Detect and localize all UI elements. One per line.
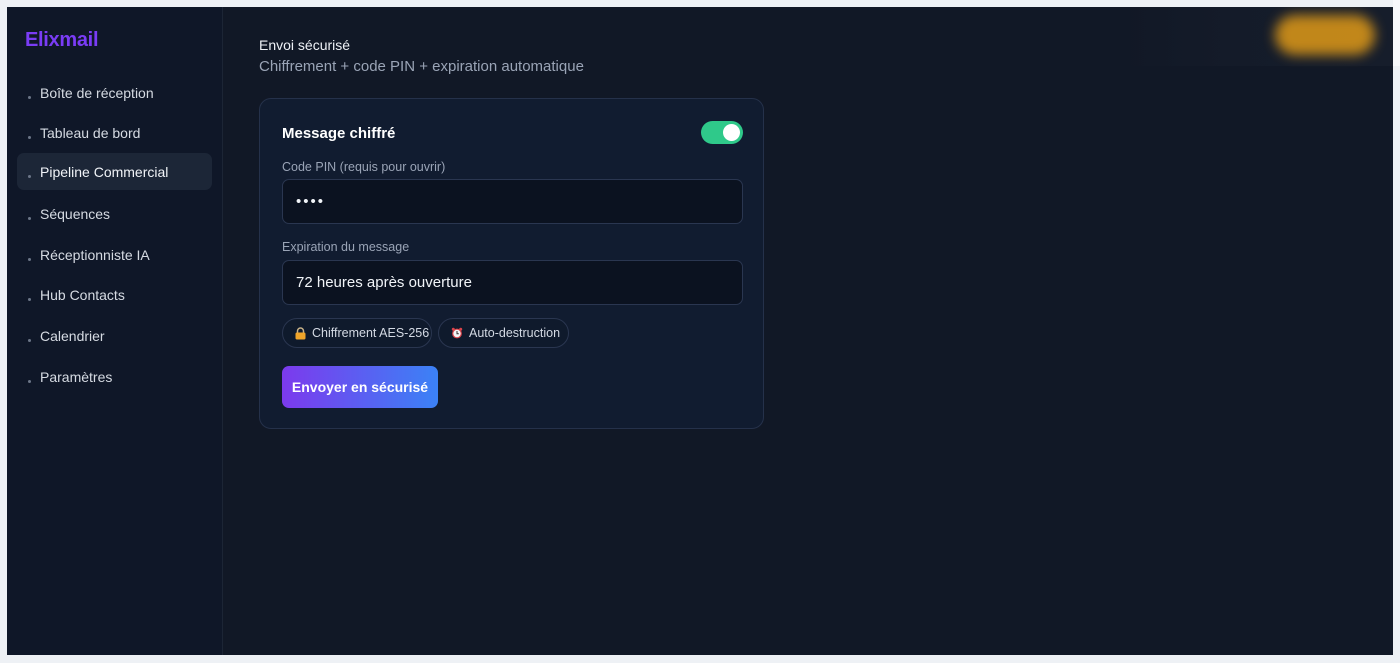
sidebar-item-label: Calendrier <box>40 327 105 344</box>
sidebar-item-label: Tableau de bord <box>40 124 141 141</box>
top-right-overlay <box>1120 7 1393 66</box>
bullet-icon <box>28 217 31 220</box>
sidebar-item-pipeline[interactable]: Pipeline Commercial <box>17 153 212 190</box>
sidebar-item-label: Pipeline Commercial <box>40 163 169 180</box>
app-logo: Elixmail <box>25 29 99 51</box>
window-edge <box>1393 0 1400 66</box>
sidebar: Elixmail Boîte de réception Tableau de b… <box>7 7 223 655</box>
encryption-toggle[interactable] <box>701 121 743 144</box>
sidebar-item-calendar[interactable]: Calendrier <box>17 317 212 354</box>
lock-icon <box>295 326 306 340</box>
page-subtitle: Chiffrement + code PIN + expiration auto… <box>259 58 584 75</box>
pin-value: •••• <box>296 193 326 210</box>
sidebar-item-settings[interactable]: Paramètres <box>17 358 212 395</box>
bullet-icon <box>28 380 31 383</box>
alarm-clock-icon <box>451 327 463 339</box>
sidebar-item-ai-receptionist[interactable]: Réceptionniste IA <box>17 236 212 273</box>
top-right-action-button[interactable] <box>1275 15 1375 55</box>
bullet-icon <box>28 298 31 301</box>
pin-label: Code PIN (requis pour ouvrir) <box>282 160 446 174</box>
sidebar-item-label: Réceptionniste IA <box>40 246 150 263</box>
pin-input[interactable]: •••• <box>282 179 743 224</box>
bullet-icon <box>28 96 31 99</box>
main-content: Envoi sécurisé Chiffrement + code PIN + … <box>223 7 1393 655</box>
sidebar-item-label: Paramètres <box>40 368 113 385</box>
chip-label: Chiffrement AES-256 <box>312 326 430 340</box>
expiration-value: 72 heures après ouverture <box>296 274 472 291</box>
send-secure-button[interactable]: Envoyer en sécurisé <box>282 366 438 408</box>
secure-message-card: Message chiffré Code PIN (requis pour ou… <box>259 98 764 429</box>
chip-label: Auto-destruction <box>469 326 561 340</box>
chip-encryption: Chiffrement AES-256 <box>282 318 432 348</box>
toggle-knob <box>723 124 740 141</box>
chip-auto-destruct: Auto-destruction <box>438 318 569 348</box>
bullet-icon <box>28 258 31 261</box>
sidebar-item-label: Séquences <box>40 205 111 222</box>
sidebar-item-inbox[interactable]: Boîte de réception <box>17 74 212 111</box>
bullet-icon <box>28 175 31 178</box>
sidebar-item-label: Hub Contacts <box>40 286 125 303</box>
bullet-icon <box>28 339 31 342</box>
sidebar-item-dashboard[interactable]: Tableau de bord <box>17 114 212 151</box>
sidebar-item-sequences[interactable]: Séquences <box>17 195 212 232</box>
expiration-label: Expiration du message <box>282 240 410 254</box>
card-title: Message chiffré <box>282 125 396 142</box>
page-title: Envoi sécurisé <box>259 37 351 53</box>
expiration-select[interactable]: 72 heures après ouverture <box>282 260 743 305</box>
bullet-icon <box>28 136 31 139</box>
sidebar-item-label: Boîte de réception <box>40 84 154 101</box>
app-window: Elixmail Boîte de réception Tableau de b… <box>7 7 1393 655</box>
sidebar-item-contacts[interactable]: Hub Contacts <box>17 276 212 313</box>
